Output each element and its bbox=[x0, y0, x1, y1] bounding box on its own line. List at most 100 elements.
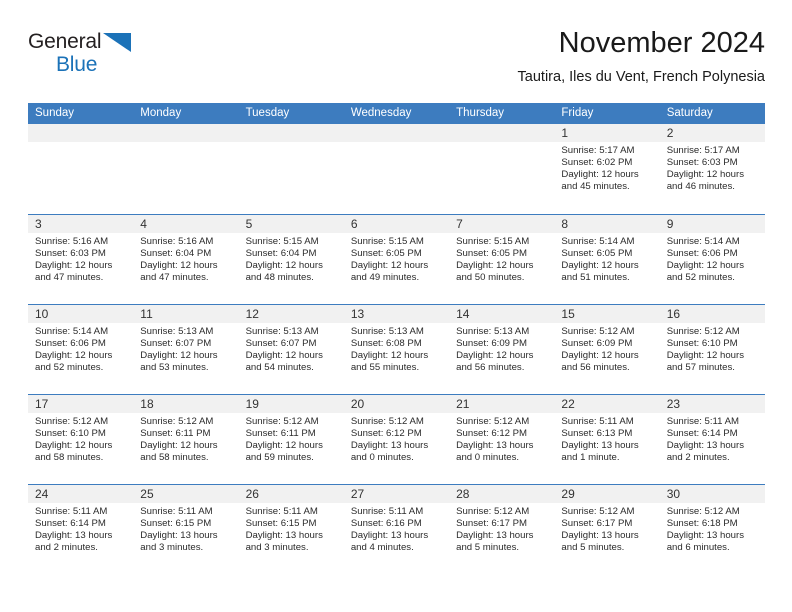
daylight-text-line1: Daylight: 12 hours bbox=[561, 260, 639, 272]
day-cell-26[interactable]: 26 Sunrise: 5:11 AM Sunset: 6:15 PM Dayligh… bbox=[238, 485, 344, 574]
weekday-header-sunday: Sunday bbox=[35, 107, 75, 119]
sunrise-text: Sunrise: 5:13 AM bbox=[140, 326, 214, 337]
day-cell-7[interactable]: 7 Sunrise: 5:15 AM Sunset: 6:05 PM Daylight… bbox=[449, 215, 555, 304]
day-cell-4[interactable]: 4 Sunrise: 5:16 AM Sunset: 6:04 PM Daylight… bbox=[133, 215, 239, 304]
title-block: November 2024 Tautira, Iles du Vent, Fre… bbox=[518, 26, 765, 86]
sunrise-text: Sunrise: 5:16 AM bbox=[140, 236, 214, 247]
day-number: 8 bbox=[561, 217, 569, 231]
day-details: Sunrise: 5:12 AM Sunset: 6:10 PM Daylight:… bbox=[660, 323, 765, 374]
day-details: Sunrise: 5:12 AM Sunset: 6:18 PM Daylight:… bbox=[660, 503, 765, 554]
day-cell-3[interactable]: 3 Sunrise: 5:16 AM Sunset: 6:03 PM Daylight… bbox=[28, 215, 134, 304]
day-cell-28[interactable]: 28 Sunrise: 5:12 AM Sunset: 6:17 PM Dayligh… bbox=[449, 485, 555, 574]
day-number-strip: 17 bbox=[28, 395, 134, 413]
day-number-strip bbox=[133, 124, 239, 142]
weekday-header-wednesday: Wednesday bbox=[350, 107, 412, 119]
day-cell-24[interactable]: 24 Sunrise: 5:11 AM Sunset: 6:14 PM Dayligh… bbox=[28, 485, 134, 574]
daylight-text-line2: and 0 minutes. bbox=[456, 452, 520, 464]
sunset-text: Sunset: 6:03 PM bbox=[35, 248, 106, 260]
daylight-text-line1: Daylight: 12 hours bbox=[35, 350, 113, 362]
day-cell-12[interactable]: 12 Sunrise: 5:13 AM Sunset: 6:07 PM Dayligh… bbox=[238, 305, 344, 394]
daylight-text-line1: Daylight: 13 hours bbox=[456, 530, 534, 542]
daylight-text-line1: Daylight: 13 hours bbox=[666, 530, 745, 542]
day-cell-23[interactable]: 23 Sunrise: 5:11 AM Sunset: 6:14 PM Dayligh… bbox=[659, 395, 765, 484]
day-cell-2[interactable]: 2 Sunrise: 5:17 AM Sunset: 6:03 PM Daylight… bbox=[659, 124, 765, 214]
daylight-text-line1: Daylight: 12 hours bbox=[350, 350, 429, 362]
day-number-strip: 2 bbox=[659, 124, 765, 142]
day-cell-16[interactable]: 16 Sunrise: 5:12 AM Sunset: 6:10 PM Dayligh… bbox=[659, 305, 765, 394]
day-number: 3 bbox=[35, 217, 42, 231]
day-cell-empty bbox=[343, 124, 450, 214]
day-number-strip bbox=[238, 124, 344, 142]
day-cell-27[interactable]: 27 Sunrise: 5:11 AM Sunset: 6:16 PM Dayligh… bbox=[343, 485, 450, 574]
day-cell-6[interactable]: 6 Sunrise: 5:15 AM Sunset: 6:05 PM Daylight… bbox=[343, 215, 450, 304]
weekday-header-row: Sunday Monday Tuesday Wednesday Thursday Frid… bbox=[28, 103, 765, 124]
generalblue-logo[interactable]: General Blue bbox=[28, 29, 158, 81]
day-number: 1 bbox=[561, 126, 569, 140]
day-number: 28 bbox=[456, 487, 470, 501]
page-header: General Blue November 2024 Tautira, Iles… bbox=[28, 26, 765, 98]
weekday-header-tuesday: Tuesday bbox=[245, 107, 290, 119]
day-number-strip: 10 bbox=[28, 305, 134, 323]
day-cell-13[interactable]: 13 Sunrise: 5:13 AM Sunset: 6:08 PM Dayligh… bbox=[343, 305, 450, 394]
daylight-text-line1: Daylight: 13 hours bbox=[456, 440, 534, 452]
day-details: Sunrise: 5:12 AM Sunset: 6:12 PM Daylight:… bbox=[344, 413, 449, 464]
day-cell-15[interactable]: 15 Sunrise: 5:12 AM Sunset: 6:09 PM Dayligh… bbox=[554, 305, 660, 394]
day-number: 22 bbox=[561, 397, 575, 411]
daylight-text-line1: Daylight: 12 hours bbox=[140, 350, 218, 362]
day-number: 25 bbox=[140, 487, 154, 501]
daylight-text-line1: Daylight: 13 hours bbox=[245, 530, 323, 542]
day-number: 4 bbox=[140, 217, 147, 231]
day-cell-22[interactable]: 22 Sunrise: 5:11 AM Sunset: 6:13 PM Dayligh… bbox=[554, 395, 660, 484]
sunset-text: Sunset: 6:17 PM bbox=[456, 518, 528, 530]
day-details: Sunrise: 5:13 AM Sunset: 6:07 PM Daylight:… bbox=[239, 323, 344, 374]
day-cell-21[interactable]: 21 Sunrise: 5:12 AM Sunset: 6:12 PM Dayligh… bbox=[449, 395, 555, 484]
sunset-text: Sunset: 6:03 PM bbox=[666, 157, 738, 169]
day-cell-17[interactable]: 17 Sunrise: 5:12 AM Sunset: 6:10 PM Dayligh… bbox=[28, 395, 134, 484]
day-number-strip: 12 bbox=[238, 305, 344, 323]
day-cell-1[interactable]: 1 Sunrise: 5:17 AM Sunset: 6:02 PM Daylight… bbox=[554, 124, 660, 214]
day-cell-29[interactable]: 29 Sunrise: 5:12 AM Sunset: 6:17 PM Dayligh… bbox=[554, 485, 660, 574]
sunrise-text: Sunrise: 5:16 AM bbox=[35, 236, 109, 247]
day-number-strip: 7 bbox=[449, 215, 555, 233]
sunrise-text: Sunrise: 5:12 AM bbox=[666, 326, 740, 337]
daylight-text-line2: and 52 minutes. bbox=[35, 362, 104, 374]
sunrise-text: Sunrise: 5:14 AM bbox=[35, 326, 109, 337]
daylight-text-line1: Daylight: 12 hours bbox=[456, 350, 534, 362]
day-number: 29 bbox=[561, 487, 575, 501]
day-cell-18[interactable]: 18 Sunrise: 5:12 AM Sunset: 6:11 PM Dayligh… bbox=[133, 395, 239, 484]
day-number-strip bbox=[343, 124, 450, 142]
day-number: 10 bbox=[35, 307, 49, 321]
day-number: 18 bbox=[140, 397, 154, 411]
day-cell-25[interactable]: 25 Sunrise: 5:11 AM Sunset: 6:15 PM Dayligh… bbox=[133, 485, 239, 574]
day-cell-14[interactable]: 14 Sunrise: 5:13 AM Sunset: 6:09 PM Dayligh… bbox=[449, 305, 555, 394]
day-number-strip: 19 bbox=[238, 395, 344, 413]
sunrise-text: Sunrise: 5:12 AM bbox=[245, 416, 319, 427]
day-cell-8[interactable]: 8 Sunrise: 5:14 AM Sunset: 6:05 PM Daylight… bbox=[554, 215, 660, 304]
daylight-text-line2: and 56 minutes. bbox=[561, 362, 630, 374]
sunrise-text: Sunrise: 5:12 AM bbox=[456, 416, 530, 427]
page-subtitle: Tautira, Iles du Vent, French Polynesia bbox=[517, 69, 765, 85]
day-number-strip: 23 bbox=[659, 395, 765, 413]
day-cell-10[interactable]: 10 Sunrise: 5:14 AM Sunset: 6:06 PM Dayligh… bbox=[28, 305, 134, 394]
weekday-header-saturday: Saturday bbox=[666, 107, 713, 119]
day-cell-11[interactable]: 11 Sunrise: 5:13 AM Sunset: 6:07 PM Dayligh… bbox=[133, 305, 239, 394]
day-cell-5[interactable]: 5 Sunrise: 5:15 AM Sunset: 6:04 PM Daylight… bbox=[238, 215, 344, 304]
daylight-text-line2: and 2 minutes. bbox=[35, 542, 98, 554]
daylight-text-line1: Daylight: 12 hours bbox=[245, 350, 323, 362]
day-number: 2 bbox=[666, 126, 674, 140]
sunrise-text: Sunrise: 5:14 AM bbox=[666, 236, 740, 247]
calendar-page: General Blue November 2024 Tautira, Iles… bbox=[0, 0, 792, 612]
daylight-text-line1: Daylight: 13 hours bbox=[35, 530, 113, 542]
day-cell-19[interactable]: 19 Sunrise: 5:12 AM Sunset: 6:11 PM Dayligh… bbox=[238, 395, 344, 484]
daylight-text-line1: Daylight: 12 hours bbox=[666, 260, 745, 272]
day-cell-20[interactable]: 20 Sunrise: 5:12 AM Sunset: 6:12 PM Dayligh… bbox=[343, 395, 450, 484]
day-cell-30[interactable]: 30 Sunrise: 5:12 AM Sunset: 6:18 PM Dayligh… bbox=[659, 485, 765, 574]
daylight-text-line1: Daylight: 12 hours bbox=[35, 440, 113, 452]
sunset-text: Sunset: 6:05 PM bbox=[456, 248, 528, 260]
day-number: 14 bbox=[456, 307, 470, 321]
day-details: Sunrise: 5:17 AM Sunset: 6:03 PM Daylight:… bbox=[660, 142, 765, 193]
sunset-text: Sunset: 6:09 PM bbox=[561, 338, 633, 350]
day-details: Sunrise: 5:11 AM Sunset: 6:14 PM Daylight:… bbox=[660, 413, 765, 464]
day-cell-9[interactable]: 9 Sunrise: 5:14 AM Sunset: 6:06 PM Daylight… bbox=[659, 215, 765, 304]
day-details: Sunrise: 5:11 AM Sunset: 6:16 PM Daylight:… bbox=[344, 503, 449, 554]
